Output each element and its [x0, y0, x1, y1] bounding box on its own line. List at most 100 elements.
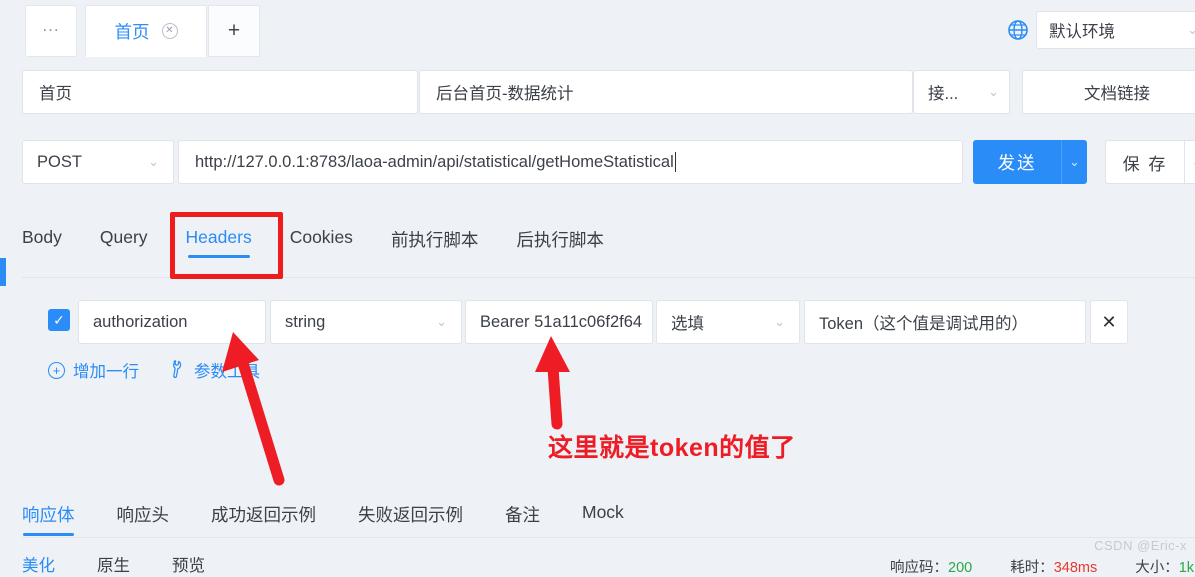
overflow-tab[interactable]: ... [25, 5, 77, 57]
response-subtab-0[interactable]: 美化 [22, 552, 55, 576]
response-subtab-2[interactable]: 预览 [172, 552, 205, 576]
request-url-row: POST ⌄ http://127.0.0.1:8783/laoa-admin/… [0, 140, 1195, 186]
close-icon: ✕ [1101, 311, 1117, 332]
param-tool-button[interactable]: 参数工具 [169, 358, 260, 382]
header-type-select[interactable]: string ⌄ [270, 300, 462, 344]
add-row-button[interactable]: + 增加一行 [48, 358, 139, 382]
tab-label: Mock [582, 502, 624, 522]
tab-label: 后执行脚本 [516, 230, 604, 250]
response-status-bar: 响应码：200 耗时：348ms 大小：1k [890, 556, 1195, 577]
watermark: CSDN @Eric-x [1094, 538, 1187, 553]
wrench-icon [165, 357, 191, 384]
header-key-value: authorization [93, 312, 188, 331]
reqtab-0[interactable]: Body [22, 215, 62, 258]
annotation-callout-text: 这里就是token的值了 [548, 434, 796, 462]
status-time: 耗时：348ms [1010, 556, 1097, 577]
status-time-label: 耗时： [1010, 560, 1054, 576]
environment-select-value: 默认环境 [1049, 23, 1115, 41]
tab-label: Headers [185, 227, 252, 247]
new-tab[interactable]: + [208, 5, 260, 57]
api-group-select[interactable]: 接... ⌄ [913, 70, 1010, 114]
chevron-down-icon: ⌄ [436, 314, 447, 330]
send-button[interactable]: 发送 [973, 140, 1061, 184]
reqtab-1[interactable]: Query [100, 215, 148, 258]
send-button-group: 发送 ⌄ [973, 140, 1087, 184]
header-actions: + 增加一行 参数工具 [48, 358, 260, 382]
param-tool-label: 参数工具 [194, 363, 260, 381]
resptab-2[interactable]: 成功返回示例 [211, 494, 316, 536]
environment-select[interactable]: 默认环境 ⌄ [1036, 11, 1195, 49]
reqtab-4[interactable]: 前执行脚本 [391, 215, 479, 262]
doc-link-label: 文档链接 [1084, 85, 1150, 103]
status-code-label: 响应码： [890, 560, 948, 576]
api-title-input[interactable]: 后台首页-数据统计 [419, 70, 913, 114]
status-size: 大小：1k [1135, 556, 1194, 577]
globe-icon [1008, 20, 1028, 40]
status-code: 响应码：200 [890, 556, 972, 577]
chevron-down-icon: ⌄ [988, 84, 999, 100]
reqtab-2[interactable]: Headers [186, 215, 252, 258]
header-description-value: Token（这个值是调试用的） [819, 315, 1029, 333]
send-button-label: 发送 [997, 152, 1037, 173]
tab-label: 备注 [505, 505, 540, 525]
home-tab-label: 首页 [114, 21, 150, 42]
resptab-3[interactable]: 失败返回示例 [358, 494, 463, 536]
chevron-down-icon: ⌄ [1192, 154, 1195, 170]
save-button[interactable]: 保 存 [1105, 140, 1184, 184]
header-value-value: Bearer 51a11c06f2f64 [480, 312, 643, 331]
plus-circle-icon: + [48, 361, 65, 379]
status-time-value: 348ms [1053, 560, 1098, 576]
send-dropdown-button[interactable]: ⌄ [1061, 140, 1087, 184]
add-row-label: 增加一行 [73, 363, 139, 381]
resptab-1[interactable]: 响应头 [117, 494, 170, 536]
header-enabled-checkbox[interactable]: ✓ [48, 309, 70, 331]
api-group-value: 接... [928, 85, 959, 103]
header-description-input[interactable]: Token（这个值是调试用的） [804, 300, 1086, 344]
tab-label: 响应体 [22, 505, 75, 525]
header-key-input[interactable]: authorization [78, 300, 266, 344]
plus-icon: + [227, 19, 241, 42]
tab-label: 成功返回示例 [211, 505, 316, 525]
reqtab-3[interactable]: Cookies [290, 215, 353, 258]
http-method-value: POST [37, 152, 82, 171]
reqtab-5[interactable]: 后执行脚本 [516, 215, 604, 262]
save-button-label: 保 存 [1122, 154, 1168, 174]
header-param-row: ✓ authorization string ⌄ Bearer 51a11c06… [0, 300, 1195, 344]
header-required-select[interactable]: 选填 ⌄ [656, 300, 800, 344]
api-name-input[interactable]: 首页 [22, 70, 418, 114]
api-client-window: ... 首页 ✕ + 默认环境 ⌄ 首页 后台首页-数据统计 接... ⌄ 文档… [0, 0, 1195, 577]
tab-label: 失败返回示例 [358, 505, 463, 525]
header-type-value: string [285, 312, 326, 331]
close-icon[interactable]: ✕ [161, 23, 178, 39]
chevron-down-icon: ⌄ [774, 314, 785, 330]
header-value-input[interactable]: Bearer 51a11c06f2f64 [465, 300, 653, 344]
status-code-value: 200 [948, 560, 973, 576]
request-url-value: http://127.0.0.1:8783/laoa-admin/api/sta… [195, 152, 674, 171]
resptab-0[interactable]: 响应体 [22, 494, 75, 536]
resptab-5[interactable]: Mock [582, 494, 624, 532]
tab-label: Query [99, 227, 148, 247]
tab-label: Body [22, 227, 62, 247]
response-tab-divider [22, 537, 1195, 538]
response-tab-bar: 响应体 响应头 成功返回示例 失败返回示例 备注 Mock [0, 494, 1195, 536]
save-button-group: 保 存 ⌄ [1105, 140, 1195, 184]
tab-label: 前执行脚本 [390, 230, 479, 250]
overflow-tab-label: ... [42, 16, 60, 35]
home-tab[interactable]: 首页 ✕ [85, 5, 207, 57]
status-size-label: 大小： [1135, 560, 1179, 576]
chevron-down-icon: ⌄ [148, 154, 159, 170]
doc-link-button[interactable]: 文档链接 [1022, 70, 1195, 114]
window-tab-list: ... 首页 ✕ + [25, 5, 260, 57]
chevron-down-icon: ⌄ [1069, 154, 1080, 169]
status-size-value: 1k [1178, 560, 1195, 576]
resptab-4[interactable]: 备注 [505, 494, 540, 536]
request-url-input[interactable]: http://127.0.0.1:8783/laoa-admin/api/sta… [178, 140, 963, 184]
request-tab-bar: Body Query Headers Cookies 前执行脚本 后执行脚本 [0, 215, 1195, 277]
header-delete-button[interactable]: ✕ [1090, 300, 1128, 344]
response-subtab-1[interactable]: 原生 [97, 552, 130, 576]
chevron-down-icon: ⌄ [1187, 22, 1195, 38]
window-tab-strip: ... 首页 ✕ + 默认环境 ⌄ [0, 0, 1195, 60]
api-name-value: 首页 [39, 85, 72, 103]
save-dropdown-button[interactable]: ⌄ [1184, 140, 1195, 184]
http-method-select[interactable]: POST ⌄ [22, 140, 174, 184]
